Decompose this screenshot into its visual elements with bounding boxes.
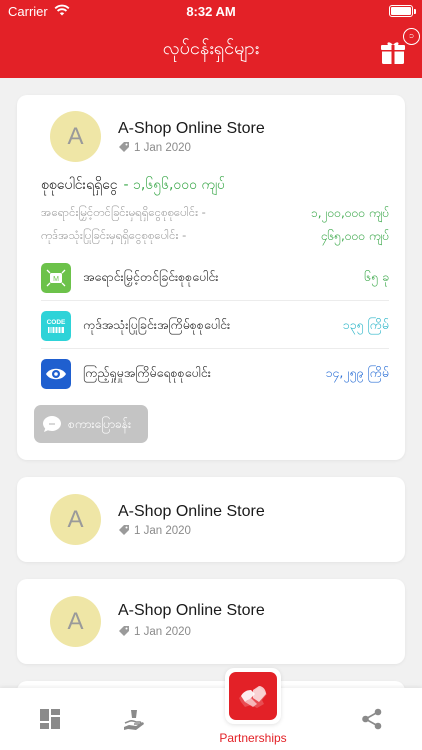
total-value: - ၁,၆၅၆,၀၀၀ ကျပ် — [123, 177, 225, 193]
stat-label: ကုဒ်အသုံးပြုခြင်းအကြိမ်စုစုပေါင်း — [83, 317, 231, 332]
total-earnings-row: စုစုပေါင်းရရှိငွေ - ၁,၆၅၆,၀၀၀ ကျပ် — [41, 175, 225, 196]
tag-icon — [119, 142, 129, 152]
stat-value: ၁၄,၂၅၉ ကြိမ် — [325, 365, 389, 380]
chat-button[interactable]: စကားပြောခန်း — [34, 405, 148, 443]
store-name: A-Shop Online Store — [118, 503, 265, 520]
eye-icon — [41, 359, 71, 389]
hand-money-icon — [124, 710, 144, 730]
store-card[interactable]: A A-Shop Online Store 1 Jan 2020 — [17, 477, 405, 562]
code-icon-text: CODE — [47, 319, 66, 326]
svg-text:M: M — [53, 276, 59, 283]
chat-bubble-icon — [43, 416, 61, 432]
tag-icon — [119, 626, 129, 636]
store-card[interactable]: A A-Shop Online Store 1 Jan 2020 — [17, 579, 405, 664]
date-text: 1 Jan 2020 — [134, 525, 191, 537]
stat-row-promotions[interactable]: M အရောင်းမြှင့်တင်ခြင်းစုစုပေါင်း ၆၅ ခု — [41, 255, 389, 301]
date-row: 1 Jan 2020 — [118, 625, 191, 638]
total-label: စုစုပေါင်းရရှိငွေ — [41, 177, 118, 193]
date-row: 1 Jan 2020 — [118, 141, 191, 154]
partnerships-icon — [239, 686, 267, 708]
avatar: A — [50, 494, 101, 545]
date-row: 1 Jan 2020 — [118, 524, 191, 537]
page-title: လုပ်ငန်းရှင်များ — [162, 38, 260, 59]
store-card-expanded[interactable]: A A-Shop Online Store 1 Jan 2020 စုစုပေါ… — [17, 95, 405, 460]
date-text: 1 Jan 2020 — [134, 626, 191, 638]
promotion-earnings-row: အရောင်းမြှင့်တင်ခြင်းမှရရှိငွေစုစုပေါင်း… — [41, 205, 389, 222]
sub-value: ၁,၂၀၀,၀၀၀ ကျပ် — [311, 206, 389, 220]
code-icon: CODE — [41, 311, 71, 341]
tab-dashboard[interactable] — [8, 688, 92, 750]
store-name: A-Shop Online Store — [118, 602, 265, 619]
status-bar: Carrier 8:32 AM — [0, 0, 422, 24]
app-header: Carrier 8:32 AM လုပ်ငန်းရှင်များ ၁ — [0, 0, 422, 78]
gift-badge: ၁ — [403, 28, 420, 45]
dashboard-icon — [40, 709, 60, 729]
sub-label: ကုဒ်အသုံးပြုခြင်းမှရရှိငွေစုစုပေါင်း - — [41, 228, 187, 242]
stat-value: ၁၃၅ ကြိမ် — [342, 317, 389, 332]
stat-value: ၆၅ ခု — [363, 269, 389, 284]
code-earnings-row: ကုဒ်အသုံးပြုခြင်းမှရရှိငွေစုစုပေါင်း - ၄… — [41, 228, 389, 245]
tab-share[interactable] — [330, 688, 414, 750]
sub-value: ၄၆၅,၀၀၀ ကျပ် — [320, 229, 389, 243]
store-name: A-Shop Online Store — [118, 120, 265, 137]
share-icon — [362, 708, 382, 730]
tag-icon — [119, 525, 129, 535]
tab-partnerships[interactable] — [225, 668, 281, 724]
stat-label: အရောင်းမြှင့်တင်ခြင်းစုစုပေါင်း — [83, 269, 219, 284]
clock: 8:32 AM — [186, 4, 236, 19]
gift-box-icon — [381, 42, 405, 64]
battery-icon — [389, 5, 413, 17]
stat-row-views[interactable]: ကြည့်ရှုမှုအကြိမ်ရေစုစုပေါင်း ၁၄,၂၅၉ ကြိ… — [41, 351, 389, 397]
chat-button-label: စကားပြောခန်း — [68, 417, 132, 431]
tab-earnings[interactable] — [92, 688, 176, 750]
tab-partnerships-label: Partnerships — [219, 731, 287, 745]
avatar: A — [50, 111, 101, 162]
battery-tip — [414, 9, 416, 14]
sub-label: အရောင်းမြှင့်တင်ခြင်းမှရရှိငွေစုစုပေါင်း… — [41, 205, 206, 219]
stat-label: ကြည့်ရှုမှုအကြိမ်ရေစုစုပေါင်း — [83, 365, 211, 380]
tab-bar: Partnerships — [0, 668, 422, 750]
date-text: 1 Jan 2020 — [134, 142, 191, 154]
avatar: A — [50, 596, 101, 647]
promotion-icon: M — [41, 263, 71, 293]
stat-row-code-usage[interactable]: CODE ကုဒ်အသုံးပြုခြင်းအကြိမ်စုစုပေါင်း ၁… — [41, 303, 389, 349]
